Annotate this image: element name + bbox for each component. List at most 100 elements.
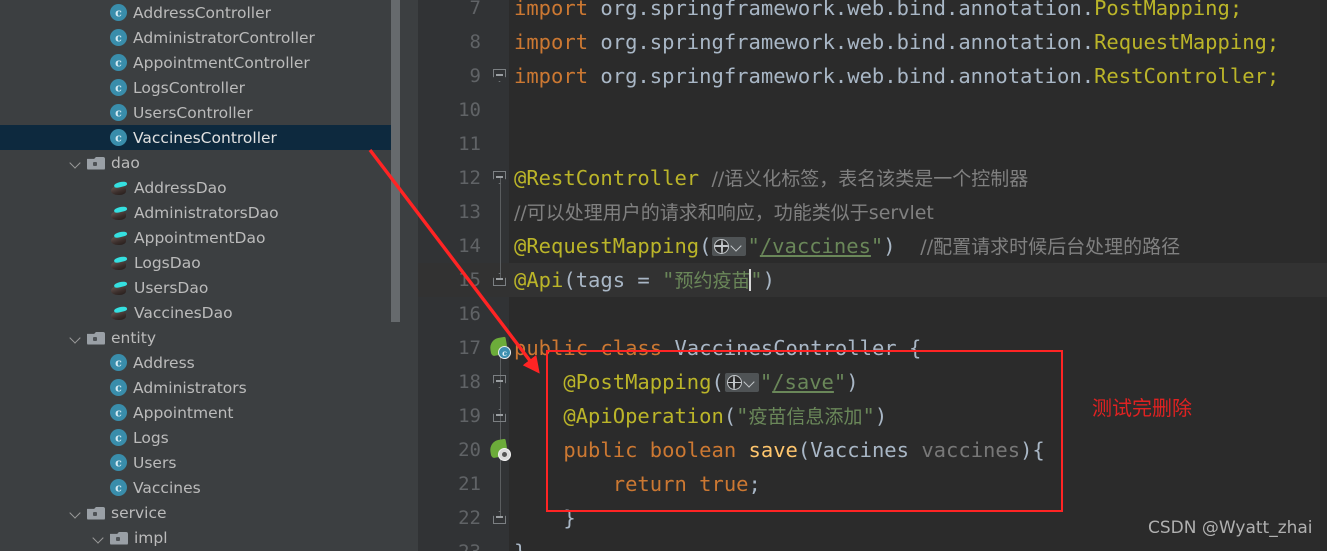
fold-dash	[496, 414, 503, 416]
tree-item-vaccines[interactable]: Vaccines	[0, 475, 418, 500]
fold-marker-line-12[interactable]	[493, 171, 507, 185]
tree-item-label: AddressController	[133, 3, 271, 22]
interface-icon	[110, 230, 128, 246]
code-line-23[interactable]: 23}	[418, 535, 1327, 551]
fold-marker-line-9[interactable]	[493, 69, 507, 83]
code-text: //可以处理用户的请求和响应，功能类似于servlet	[514, 201, 934, 224]
fold-dash	[496, 176, 503, 178]
code-line-20[interactable]: 20 public boolean save(Vaccines vaccines…	[418, 433, 1327, 467]
interface-icon	[110, 180, 128, 196]
tree-item-label: LogsDao	[134, 253, 201, 272]
tree-item-label: LogsController	[133, 78, 246, 97]
class-icon	[110, 429, 127, 446]
tree-item-label: dao	[111, 153, 140, 172]
tree-item-label: UsersDao	[134, 278, 209, 297]
class-icon	[110, 379, 127, 396]
line-number: 22	[458, 507, 481, 529]
line-number: 8	[469, 31, 481, 53]
tree-item-usersdao[interactable]: UsersDao	[0, 275, 418, 300]
tree-item-vaccinescontroller[interactable]: VaccinesController	[0, 125, 418, 150]
code-text: }	[563, 506, 576, 530]
tree-item-users[interactable]: Users	[0, 450, 418, 475]
chevron-down-icon[interactable]	[92, 531, 106, 545]
line-number: 23	[418, 535, 481, 551]
tree-item-label: Address	[133, 353, 195, 372]
chevron-down-icon[interactable]	[69, 331, 83, 345]
chevron-down-icon[interactable]	[69, 156, 83, 170]
tree-item-appointmentcontroller[interactable]: AppointmentController	[0, 50, 418, 75]
code-editor[interactable]: 7 import org.springframework.web.bind.ann…	[418, 0, 1327, 551]
tree-item-administratorcontroller[interactable]: AdministratorController	[0, 25, 418, 50]
code-line-22[interactable]: 22 }	[418, 501, 1327, 535]
tree-item-label: AppointmentController	[133, 53, 310, 72]
spring-request-mapping-icon[interactable]	[488, 438, 511, 461]
url-globe-gadget[interactable]	[712, 236, 747, 256]
fold-dash	[496, 380, 503, 382]
code-line-7[interactable]: 7 import org.springframework.web.bind.ann…	[418, 0, 1327, 25]
project-tool-window[interactable]: AddressController AdministratorController…	[0, 0, 418, 551]
line-number: 11	[458, 133, 481, 155]
fold-dash	[496, 516, 503, 518]
folder-icon	[110, 531, 128, 545]
code-line-12[interactable]: 12 @RestController //语义化标签，表名该类是一个控制器	[418, 161, 1327, 195]
line-number: 18	[458, 371, 481, 393]
tree-item-vaccinesdao[interactable]: VaccinesDao	[0, 300, 418, 325]
tree-item-address[interactable]: Address	[0, 350, 418, 375]
spring-bean-class-icon[interactable]	[488, 336, 511, 359]
chevron-down-icon[interactable]	[69, 506, 83, 520]
tree-item-administrators[interactable]: Administrators	[0, 375, 418, 400]
code-line-9[interactable]: 9 import org.springframework.web.bind.ann…	[418, 59, 1327, 93]
mapping-badge-icon	[498, 448, 511, 461]
tree-item-logsdao[interactable]: LogsDao	[0, 250, 418, 275]
code-text: @RestController //语义化标签，表名该类是一个控制器	[514, 165, 1029, 190]
interface-icon	[110, 280, 128, 296]
code-line-16[interactable]: 16	[418, 297, 1327, 331]
code-text: @ApiOperation("疫苗信息添加")	[563, 403, 888, 428]
fold-dash	[496, 278, 503, 280]
tree-item-label: UsersController	[133, 103, 253, 122]
tree-item-addressdao[interactable]: AddressDao	[0, 175, 418, 200]
line-number: 17	[458, 337, 481, 359]
class-icon	[110, 54, 127, 71]
class-icon	[110, 4, 127, 21]
project-tree-scrollbar-track[interactable]	[391, 0, 409, 551]
line-number: 20	[458, 439, 481, 461]
tree-item-logs[interactable]: Logs	[0, 425, 418, 450]
code-line-17[interactable]: 17 public class VaccinesController {	[418, 331, 1327, 365]
class-icon	[110, 404, 127, 421]
line-number: 12	[458, 167, 481, 189]
tree-item-dao[interactable]: dao	[0, 150, 418, 175]
tree-item-appointment[interactable]: Appointment	[0, 400, 418, 425]
tree-item-administratorsdao[interactable]: AdministratorsDao	[0, 200, 418, 225]
code-line-19[interactable]: 19 @ApiOperation("疫苗信息添加")	[418, 399, 1327, 433]
folder-icon	[87, 506, 105, 520]
code-line-18[interactable]: 18 @PostMapping("/save")	[418, 365, 1327, 399]
url-globe-gadget[interactable]	[724, 373, 759, 392]
project-tree-scrollbar-thumb[interactable]	[391, 0, 400, 322]
fold-marker-line-19[interactable]	[493, 409, 507, 423]
chevron-down-icon	[730, 239, 743, 252]
code-line-21[interactable]: 21 return true;	[418, 467, 1327, 501]
code-line-13[interactable]: 13 //可以处理用户的请求和响应，功能类似于servlet	[418, 195, 1327, 229]
tree-item-label: AddressDao	[134, 178, 227, 197]
code-line-10[interactable]: 10	[418, 93, 1327, 127]
code-line-15[interactable]: 15 @Api(tags = "预约疫苗")	[418, 263, 1327, 297]
tree-item-userscontroller[interactable]: UsersController	[0, 100, 418, 125]
fold-marker-line-22[interactable]	[493, 511, 507, 525]
code-line-11[interactable]: 11	[418, 127, 1327, 161]
code-line-14[interactable]: 14 @RequestMapping("/vaccines") //配置请求时候后…	[418, 229, 1327, 263]
tree-item-impl[interactable]: impl	[0, 525, 418, 550]
code-text: @RequestMapping("/vaccines") //配置请求时候后台处…	[514, 233, 1181, 258]
code-line-8[interactable]: 8 import org.springframework.web.bind.ann…	[418, 25, 1327, 59]
tree-item-service[interactable]: service	[0, 500, 418, 525]
tree-item-entity[interactable]: entity	[0, 325, 418, 350]
tree-item-label: Users	[133, 453, 177, 472]
tree-item-appointmentdao[interactable]: AppointmentDao	[0, 225, 418, 250]
tree-item-logscontroller[interactable]: LogsController	[0, 75, 418, 100]
fold-marker-line-18[interactable]	[493, 375, 507, 389]
class-icon	[110, 129, 127, 146]
code-text: public boolean save(Vaccines vaccines){	[563, 438, 1045, 462]
fold-marker-line-15[interactable]	[493, 273, 507, 287]
tree-item-addresscontroller[interactable]: AddressController	[0, 0, 418, 25]
interface-icon	[110, 205, 128, 221]
